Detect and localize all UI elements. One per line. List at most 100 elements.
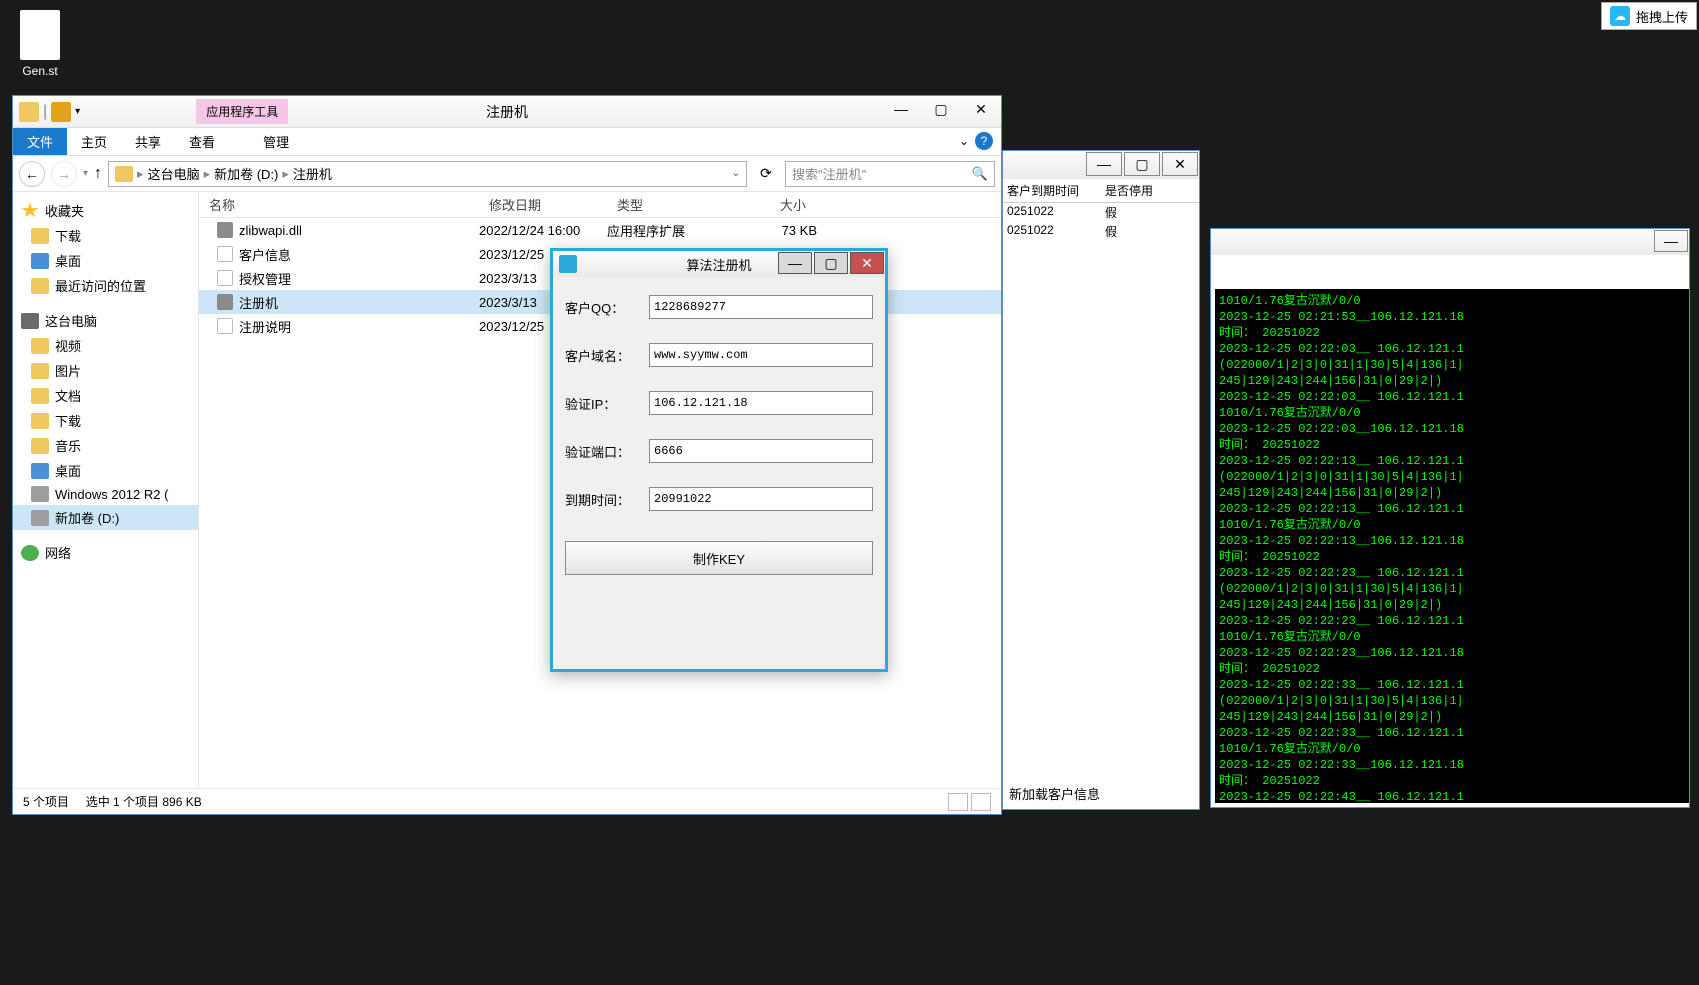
qat-divider: | [43,103,47,121]
expire-label: 到期时间： [565,490,641,509]
minimize-button[interactable]: — [778,252,812,274]
forward-button[interactable]: → [51,161,77,187]
nav-item[interactable]: 文档 [13,383,198,408]
item-count: 5 个项目 [23,795,69,809]
file-icon [217,294,233,310]
tab-view[interactable]: 查看 [175,128,229,155]
nav-network[interactable]: 网络 [13,540,198,565]
crumb-computer[interactable]: 这台电脑 [148,164,200,183]
maximize-button[interactable]: ▢ [814,252,848,274]
nav-item[interactable]: 下载 [13,408,198,433]
chevron-right-icon: ▸ [137,166,144,182]
ip-label: 验证IP： [565,394,641,413]
search-icon: 🔍 [972,166,988,182]
nav-item[interactable]: 桌面 [13,248,198,273]
nav-computer[interactable]: 这台电脑 [13,308,198,333]
make-key-button[interactable]: 制作KEY [565,541,873,575]
folder-icon [31,278,49,294]
file-icon [217,318,233,334]
titlebar[interactable]: 算法注册机 — ▢ ✕ [553,251,885,277]
up-button[interactable]: ↑ [94,165,102,183]
nav-item[interactable]: 视频 [13,333,198,358]
selection-info: 选中 1 个项目 896 KB [86,795,202,809]
refresh-button[interactable]: ⟳ [753,161,779,187]
titlebar[interactable]: — [1211,229,1689,255]
upload-label: 拖拽上传 [1636,7,1688,26]
folder-icon [115,166,133,182]
nav-item[interactable]: 桌面 [13,458,198,483]
qat-chevron[interactable]: ▾ [75,106,80,117]
close-button[interactable]: ✕ [1162,152,1198,176]
header-name[interactable]: 名称 [199,195,479,214]
tab-share[interactable]: 共享 [121,128,175,155]
folder-icon [31,363,49,379]
collapse-ribbon-icon[interactable]: ⌄ [959,134,969,148]
crumb-folder[interactable]: 注册机 [293,164,332,183]
nav-favorites[interactable]: 收藏夹 [13,198,198,223]
nav-item[interactable]: 下载 [13,223,198,248]
domain-input[interactable] [649,343,873,367]
header-size[interactable]: 大小 [737,195,817,214]
ip-input[interactable] [649,391,873,415]
titlebar[interactable]: | ▾ 应用程序工具 注册机 — ▢ ✕ [13,96,1001,128]
close-button[interactable]: ✕ [961,96,1001,122]
nav-item[interactable]: Windows 2012 R2 ( [13,483,198,505]
tab-file[interactable]: 文件 [13,128,67,155]
dialog-title: 算法注册机 [686,255,751,274]
table-row[interactable]: 0251022假 [1003,203,1199,222]
file-row[interactable]: zlibwapi.dll 2022/12/24 16:00 应用程序扩展 73 … [199,218,1001,242]
nav-item[interactable]: 最近访问的位置 [13,273,198,298]
header-type[interactable]: 类型 [607,195,737,214]
table-row[interactable]: 0251022假 [1003,222,1199,241]
help-icon[interactable]: ? [975,132,993,150]
tab-home[interactable]: 主页 [67,128,121,155]
folder-icon [31,253,49,269]
file-icon [217,270,233,286]
titlebar[interactable]: — ▢ ✕ [1003,151,1199,179]
table-header: 客户到期时间 是否停用 [1003,179,1199,203]
chevron-right-icon: ▸ [282,166,289,182]
crumb-drive[interactable]: 新加卷 (D:) [214,164,278,183]
history-chevron-icon[interactable]: ▾ [83,168,88,179]
folder-icon [31,486,49,502]
back-button[interactable]: ← [19,161,45,187]
upload-widget[interactable]: ☁ 拖拽上传 [1601,2,1697,30]
maximize-button[interactable]: ▢ [1124,152,1160,176]
folder-icon [31,463,49,479]
star-icon [21,203,39,219]
port-input[interactable] [649,439,873,463]
folder-icon [31,413,49,429]
close-button[interactable]: ✕ [850,252,884,274]
tab-manage[interactable]: 管理 [249,128,303,155]
folder-icon [19,102,39,122]
minimize-button[interactable]: — [881,96,921,122]
window-title: 注册机 [486,102,528,122]
network-icon [21,545,39,561]
context-tab-app-tools[interactable]: 应用程序工具 [196,99,288,124]
navigation-pane: 收藏夹 下载桌面最近访问的位置 这台电脑 视频图片文档下载音乐桌面Windows… [13,192,199,788]
header-modified[interactable]: 修改日期 [479,195,607,214]
address-dropdown-icon[interactable]: ⌄ [732,168,740,179]
folder-icon [31,438,49,454]
navigation-row: ← → ▾ ↑ ▸ 这台电脑 ▸ 新加卷 (D:) ▸ 注册机 ⌄ ⟳ 搜索"注… [13,156,1001,192]
column-headers: 名称 修改日期 类型 大小 [199,192,1001,218]
nav-item[interactable]: 音乐 [13,433,198,458]
reload-customers[interactable]: 新加载客户信息 [1009,784,1100,803]
search-input[interactable]: 搜索"注册机" 🔍 [785,161,995,187]
details-view-icon[interactable] [948,793,968,811]
address-bar[interactable]: ▸ 这台电脑 ▸ 新加卷 (D:) ▸ 注册机 ⌄ [108,161,747,187]
thumbnails-view-icon[interactable] [971,793,991,811]
minimize-button[interactable]: — [1086,152,1122,176]
nav-item[interactable]: 新加卷 (D:) [13,505,198,530]
expire-input[interactable] [649,487,873,511]
maximize-button[interactable]: ▢ [921,96,961,122]
qq-input[interactable] [649,295,873,319]
nav-item[interactable]: 图片 [13,358,198,383]
status-bar: 5 个项目 选中 1 个项目 896 KB [13,788,1001,814]
folder-icon[interactable] [51,102,71,122]
desktop-icon-genst[interactable]: Gen.st [10,10,70,78]
qq-label: 客户QQ： [565,298,641,317]
minimize-button[interactable]: — [1654,230,1688,252]
app-icon [559,255,577,273]
folder-icon [31,510,49,526]
